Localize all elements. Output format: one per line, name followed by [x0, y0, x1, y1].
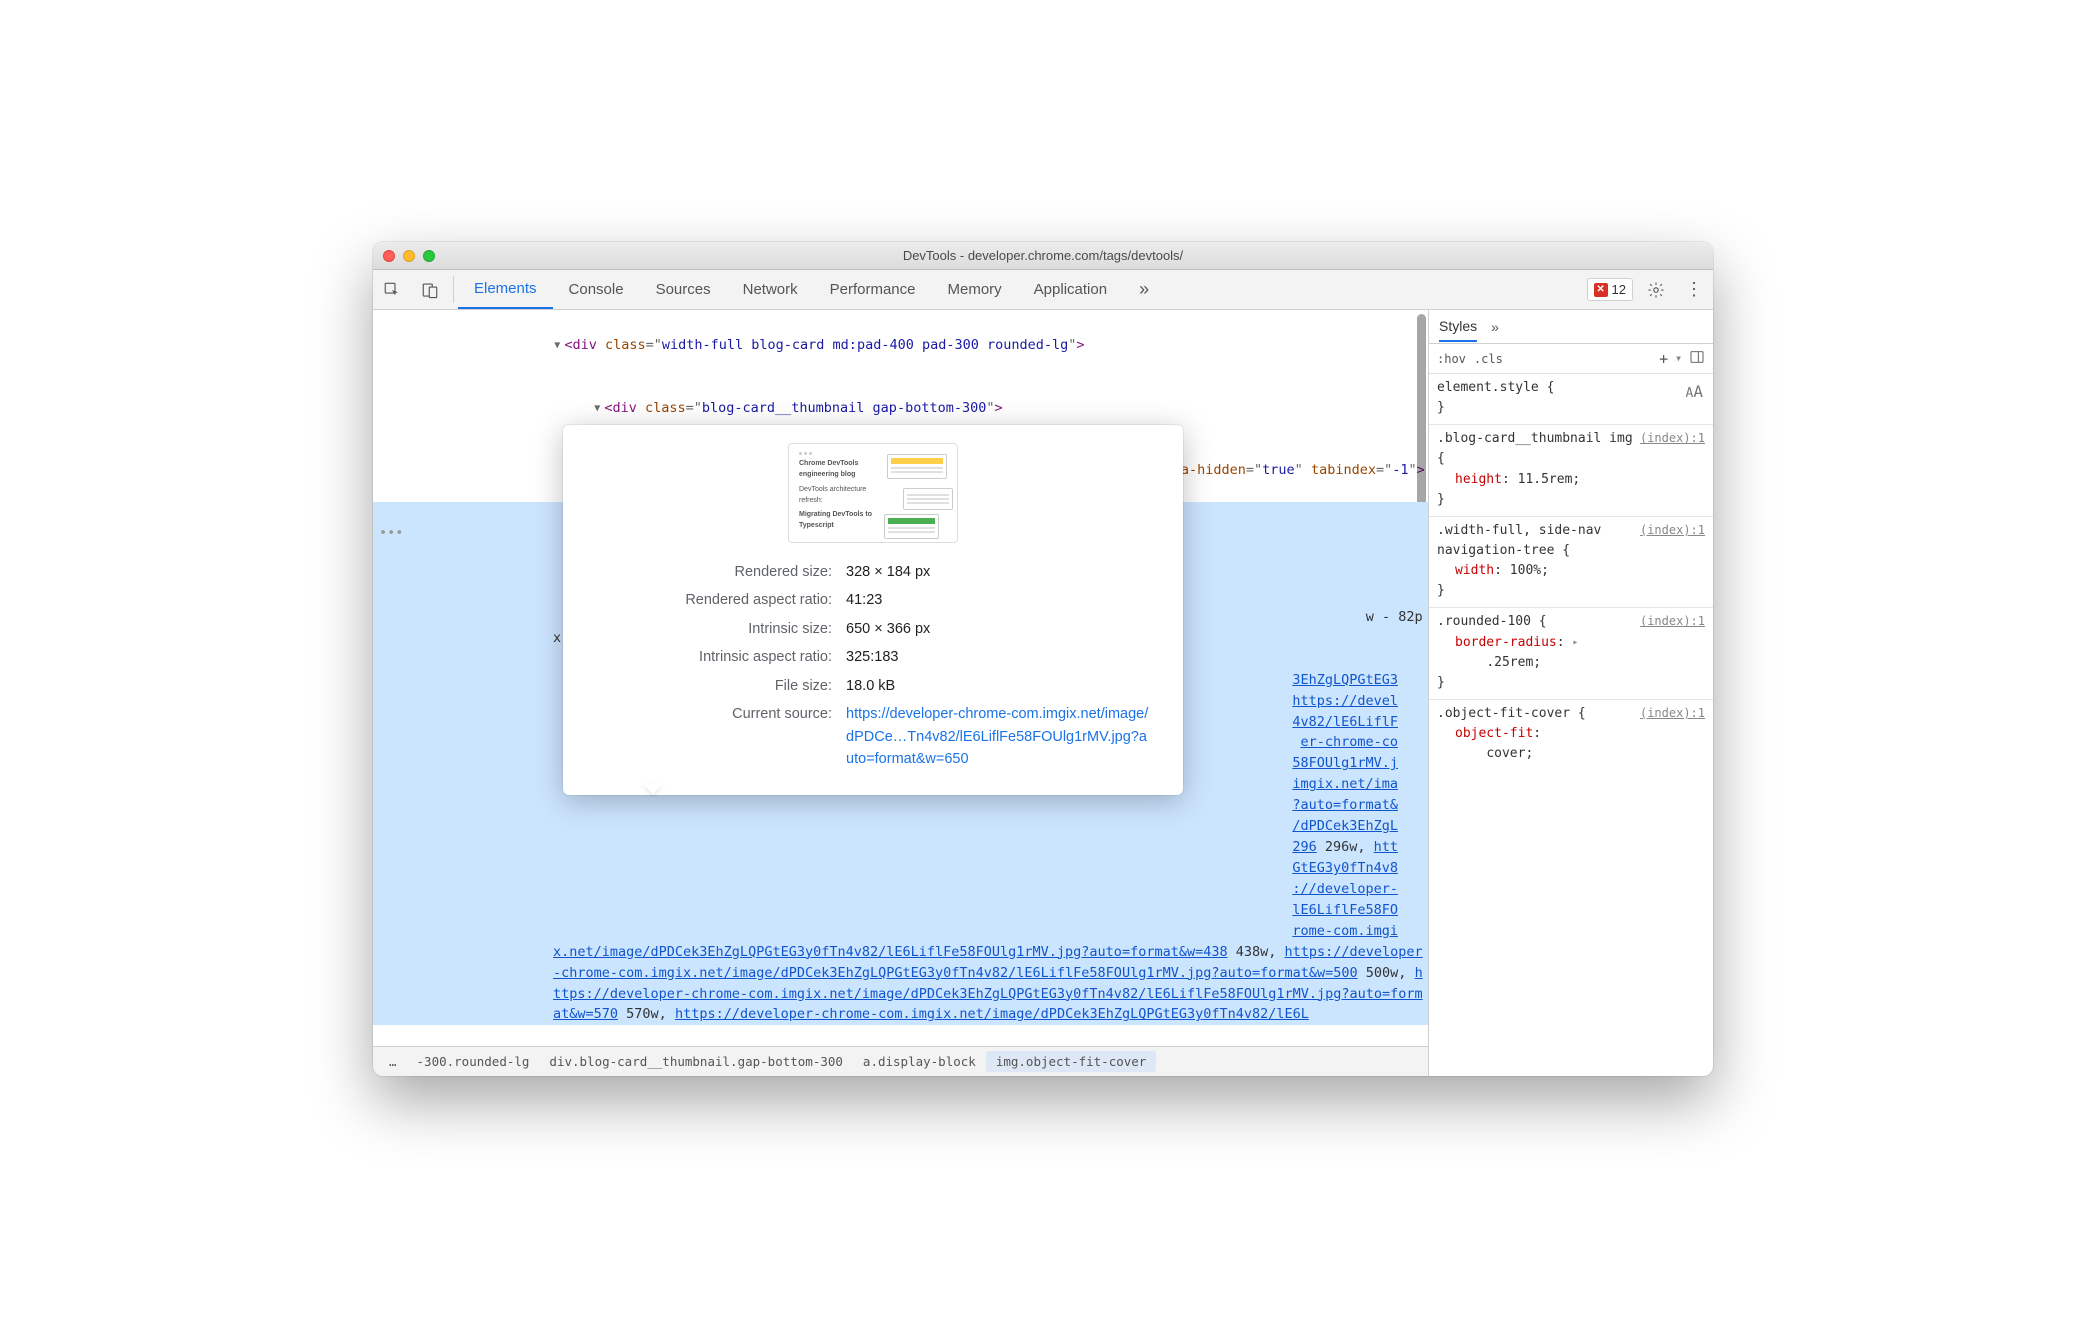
- main-split: <div class="width-full blog-card md:pad-…: [373, 310, 1713, 1076]
- window-title: DevTools - developer.chrome.com/tags/dev…: [373, 248, 1713, 263]
- style-rule[interactable]: (index):1 .object-fit-cover { object-fit…: [1429, 700, 1713, 770]
- hov-toggle[interactable]: :hov: [1437, 352, 1466, 366]
- styles-filter-bar: :hov .cls + ▼: [1429, 344, 1713, 374]
- image-hover-tooltip: Chrome DevTools engineering blog DevTool…: [563, 425, 1183, 795]
- crumb-item[interactable]: a.display-block: [853, 1051, 986, 1072]
- styles-tab[interactable]: Styles: [1439, 312, 1477, 342]
- value-intrinsic-size: 650 × 366 px: [840, 616, 1157, 642]
- more-tabs-icon[interactable]: »: [1123, 270, 1161, 309]
- rule-source-link[interactable]: (index):1: [1640, 429, 1705, 448]
- error-icon: ✕: [1594, 283, 1608, 297]
- error-count-badge[interactable]: ✕ 12: [1587, 278, 1633, 301]
- toggle-sidebar-icon[interactable]: [1689, 349, 1705, 368]
- style-rule[interactable]: (index):1 .rounded-100 { border-radius: …: [1429, 608, 1713, 700]
- rule-source-link[interactable]: (index):1: [1640, 612, 1705, 631]
- elements-panel: <div class="width-full blog-card md:pad-…: [373, 310, 1428, 1076]
- breadcrumb: … -300.rounded-lg div.blog-card__thumbna…: [373, 1046, 1428, 1076]
- device-toolbar-icon[interactable]: [411, 270, 449, 309]
- separator: [453, 276, 454, 303]
- error-count: 12: [1612, 282, 1626, 297]
- settings-icon[interactable]: [1637, 270, 1675, 309]
- expand-toggle-icon[interactable]: [554, 337, 564, 353]
- tab-sources[interactable]: Sources: [640, 270, 727, 309]
- rule-source-link[interactable]: (index):1: [1640, 704, 1705, 723]
- tab-network[interactable]: Network: [727, 270, 814, 309]
- styles-panel: Styles » :hov .cls + ▼ AA element.style …: [1428, 310, 1713, 1076]
- crumb-item[interactable]: -300.rounded-lg: [407, 1051, 540, 1072]
- tab-memory[interactable]: Memory: [932, 270, 1018, 309]
- crumb-item-active[interactable]: img.object-fit-cover: [986, 1051, 1157, 1072]
- new-style-rule-icon[interactable]: +: [1659, 350, 1668, 368]
- gutter-ellipsis-icon: •••: [379, 523, 403, 544]
- class-value: width-full blog-card md:pad-400 pad-300 …: [662, 337, 1068, 353]
- main-toolbar: Elements Console Sources Network Perform…: [373, 270, 1713, 310]
- dropdown-caret-icon[interactable]: ▼: [1676, 354, 1681, 363]
- crumb-item[interactable]: div.blog-card__thumbnail.gap-bottom-300: [539, 1051, 853, 1072]
- value-file-size: 18.0 kB: [840, 673, 1157, 699]
- tab-console[interactable]: Console: [553, 270, 640, 309]
- label-current-source: Current source:: [589, 701, 838, 772]
- titlebar: DevTools - developer.chrome.com/tags/dev…: [373, 242, 1713, 270]
- shorthand-expand-icon[interactable]: ▸: [1572, 635, 1578, 651]
- hover-thumbnail: Chrome DevTools engineering blog DevTool…: [788, 443, 958, 543]
- cls-toggle[interactable]: .cls: [1474, 352, 1503, 366]
- more-styles-tabs-icon[interactable]: »: [1491, 313, 1495, 341]
- label-rendered-ratio: Rendered aspect ratio:: [589, 587, 838, 613]
- dom-tree[interactable]: <div class="width-full blog-card md:pad-…: [373, 310, 1428, 1046]
- tab-performance[interactable]: Performance: [814, 270, 932, 309]
- style-rule[interactable]: (index):1 .width-full, side-nav navigati…: [1429, 517, 1713, 609]
- tab-elements[interactable]: Elements: [458, 270, 553, 309]
- value-rendered-size: 328 × 184 px: [840, 559, 1157, 585]
- dom-scrollbar[interactable]: [1414, 310, 1428, 1046]
- style-rule[interactable]: (index):1 .blog-card__thumbnail img { he…: [1429, 425, 1713, 517]
- label-file-size: File size:: [589, 673, 838, 699]
- expand-toggle-icon[interactable]: [594, 400, 604, 416]
- value-intrinsic-ratio: 325:183: [840, 644, 1157, 670]
- inspect-element-icon[interactable]: [373, 270, 411, 309]
- value-current-source[interactable]: https://developer-chrome-com.imgix.net/i…: [840, 701, 1157, 772]
- label-intrinsic-size: Intrinsic size:: [589, 616, 838, 642]
- devtools-window: DevTools - developer.chrome.com/tags/dev…: [373, 242, 1713, 1076]
- kebab-menu-icon[interactable]: ⋮: [1675, 270, 1713, 309]
- label-rendered-size: Rendered size:: [589, 559, 838, 585]
- crumb-overflow[interactable]: …: [379, 1051, 407, 1072]
- rule-source-link[interactable]: (index):1: [1640, 521, 1705, 540]
- class-value: blog-card__thumbnail gap-bottom-300: [702, 400, 986, 416]
- style-rule[interactable]: element.style { }: [1429, 374, 1713, 425]
- style-rules[interactable]: AA element.style { } (index):1 .blog-car…: [1429, 374, 1713, 1076]
- label-intrinsic-ratio: Intrinsic aspect ratio:: [589, 644, 838, 670]
- value-rendered-ratio: 41:23: [840, 587, 1157, 613]
- font-size-indicator-icon: AA: [1686, 380, 1703, 405]
- styles-tabs: Styles »: [1429, 310, 1713, 344]
- tab-application[interactable]: Application: [1018, 270, 1123, 309]
- panel-tabs: Elements Console Sources Network Perform…: [458, 270, 1583, 309]
- hover-info-table: Rendered size:328 × 184 px Rendered aspe…: [587, 557, 1159, 775]
